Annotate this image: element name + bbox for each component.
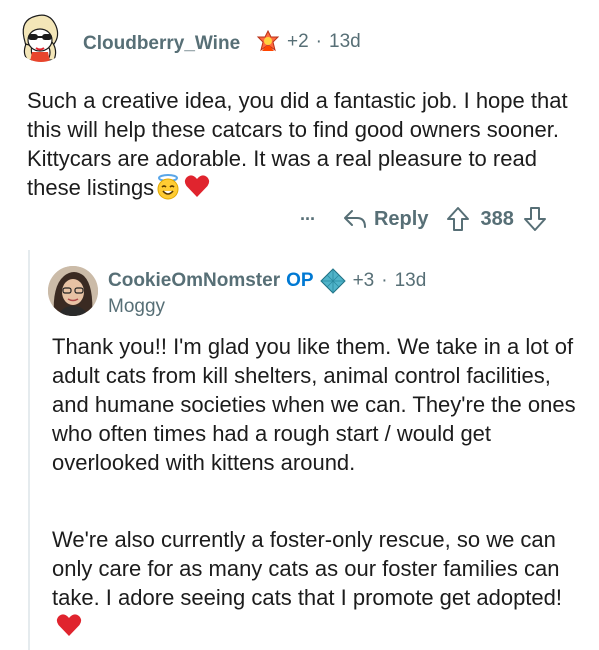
profile-photo-icon xyxy=(48,266,98,316)
comment-username[interactable]: Cloudberry_Wine xyxy=(83,33,240,55)
comment-text: Such a creative idea, you did a fantasti… xyxy=(27,88,568,200)
snoo-avatar-icon xyxy=(14,8,68,62)
vote-score: 388 xyxy=(480,207,514,230)
comment-body: Such a creative idea, you did a fantasti… xyxy=(27,86,579,205)
crystal-award-icon[interactable] xyxy=(319,268,346,294)
reply-paragraph-1: Thank you!! I'm glad you like them. We t… xyxy=(52,334,576,475)
comment-age: 13d xyxy=(329,31,361,52)
red-heart-emoji-icon xyxy=(56,613,82,644)
award-count[interactable]: +2 xyxy=(287,31,309,53)
thread-line[interactable] xyxy=(28,250,30,650)
downvote-icon[interactable] xyxy=(523,206,547,232)
reply-user-avatar[interactable] xyxy=(48,266,98,316)
more-options-button[interactable]: ··· xyxy=(300,209,316,230)
reply-button[interactable]: Reply xyxy=(343,208,428,231)
reply-paragraph-2-text: We're also currently a foster-only rescu… xyxy=(52,527,562,610)
op-badge: OP xyxy=(286,270,314,291)
reply-paragraph-2: We're also currently a foster-only rescu… xyxy=(52,525,582,644)
reply-arrow-icon xyxy=(343,208,367,230)
red-heart-emoji-icon xyxy=(184,174,210,205)
halo-emoji-icon xyxy=(155,174,181,200)
reply-label: Reply xyxy=(373,207,429,230)
comment-actions: ··· Reply 388 xyxy=(300,204,547,234)
user-avatar[interactable] xyxy=(14,8,68,62)
reply-header: CookieOmNomster OP +3 · 13d xyxy=(108,268,426,294)
reply-award-count[interactable]: +3 xyxy=(353,270,375,292)
user-flair: Moggy xyxy=(108,296,166,317)
reply-meta-separator: · xyxy=(381,270,388,291)
award-icon[interactable] xyxy=(256,29,280,55)
upvote-icon[interactable] xyxy=(446,206,470,232)
meta-separator: · xyxy=(315,31,322,52)
comment-meta: +2 · 13d xyxy=(256,29,361,55)
reply-username[interactable]: CookieOmNomster xyxy=(108,270,280,292)
reply-age: 13d xyxy=(394,270,427,291)
